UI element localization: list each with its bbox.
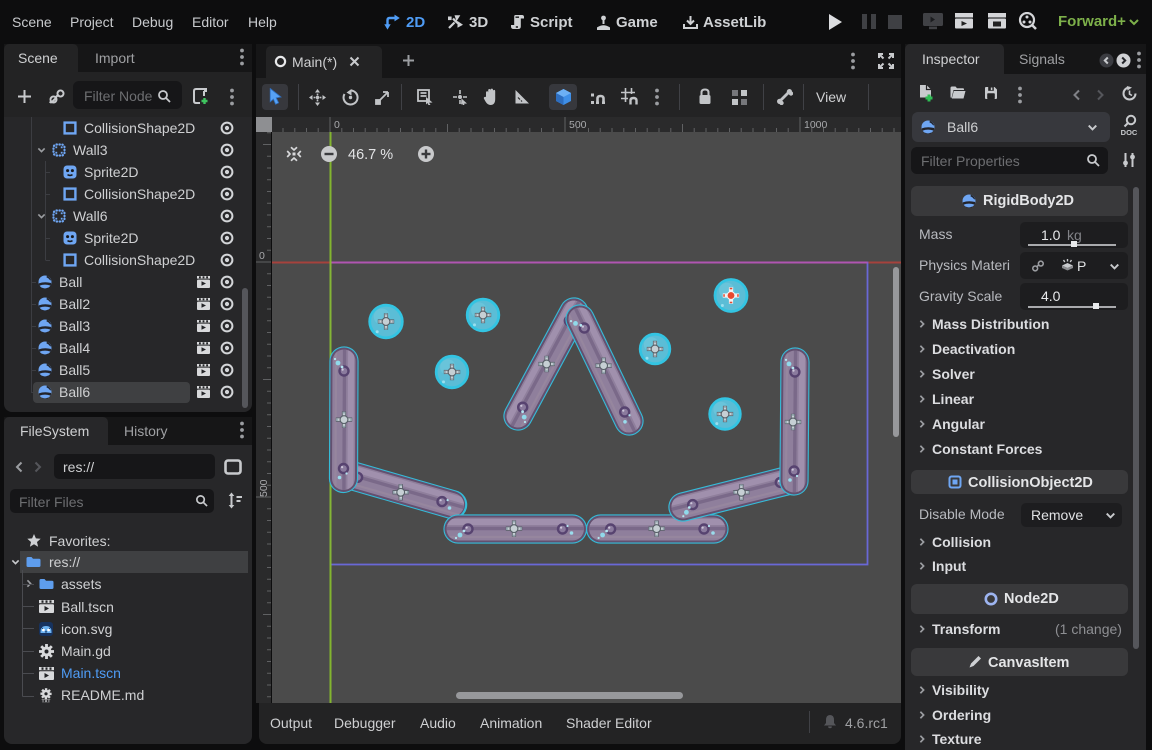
svg-text:46.7 %: 46.7 % [348,147,393,163]
svg-text:0: 0 [334,119,340,131]
svg-text:500: 500 [258,479,270,497]
svg-text:1000: 1000 [804,119,828,131]
svg-text:DOC: DOC [1121,128,1138,136]
svg-text:TXT: TXT [42,699,51,703]
svg-text:0: 0 [259,250,265,262]
svg-text:500: 500 [569,119,587,131]
